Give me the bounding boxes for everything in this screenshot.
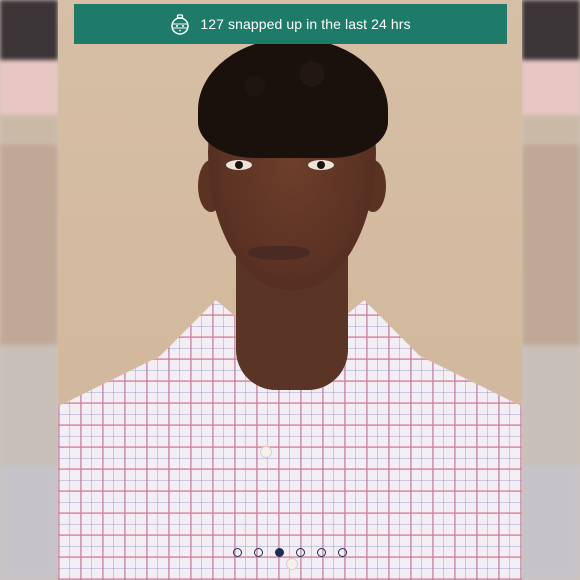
- backdrop-band: [0, 465, 58, 580]
- backdrop-band: [522, 345, 580, 465]
- backdrop-band: [0, 115, 58, 145]
- hair: [198, 38, 388, 158]
- carousel-dot[interactable]: [275, 548, 284, 557]
- banner-text: 127 snapped up in the last 24 hrs: [200, 16, 411, 32]
- social-proof-banner: 127 snapped up in the last 24 hrs: [74, 4, 507, 44]
- carousel-dot[interactable]: [233, 548, 242, 557]
- eye-right: [308, 160, 334, 170]
- backdrop-band: [522, 115, 580, 145]
- shirt-button: [260, 446, 272, 458]
- carousel-dot[interactable]: [338, 548, 347, 557]
- carousel-dot[interactable]: [317, 548, 326, 557]
- backdrop-band: [0, 60, 58, 115]
- backdrop-band: [0, 0, 58, 60]
- carousel-pagination: [0, 548, 580, 560]
- backdrop-band: [0, 145, 58, 345]
- backdrop-band: [522, 145, 580, 345]
- mouth: [248, 246, 310, 260]
- carousel-dot[interactable]: [254, 548, 263, 557]
- backdrop-band: [522, 0, 580, 60]
- backdrop-band: [0, 345, 58, 465]
- backdrop-band: [522, 60, 580, 115]
- eye-left: [226, 160, 252, 170]
- backdrop-band: [522, 465, 580, 580]
- ornament-icon: [170, 13, 190, 35]
- product-photo[interactable]: [58, 0, 522, 580]
- carousel-dot[interactable]: [296, 548, 305, 557]
- blurred-backdrop-left: [0, 0, 58, 580]
- blurred-backdrop-right: [522, 0, 580, 580]
